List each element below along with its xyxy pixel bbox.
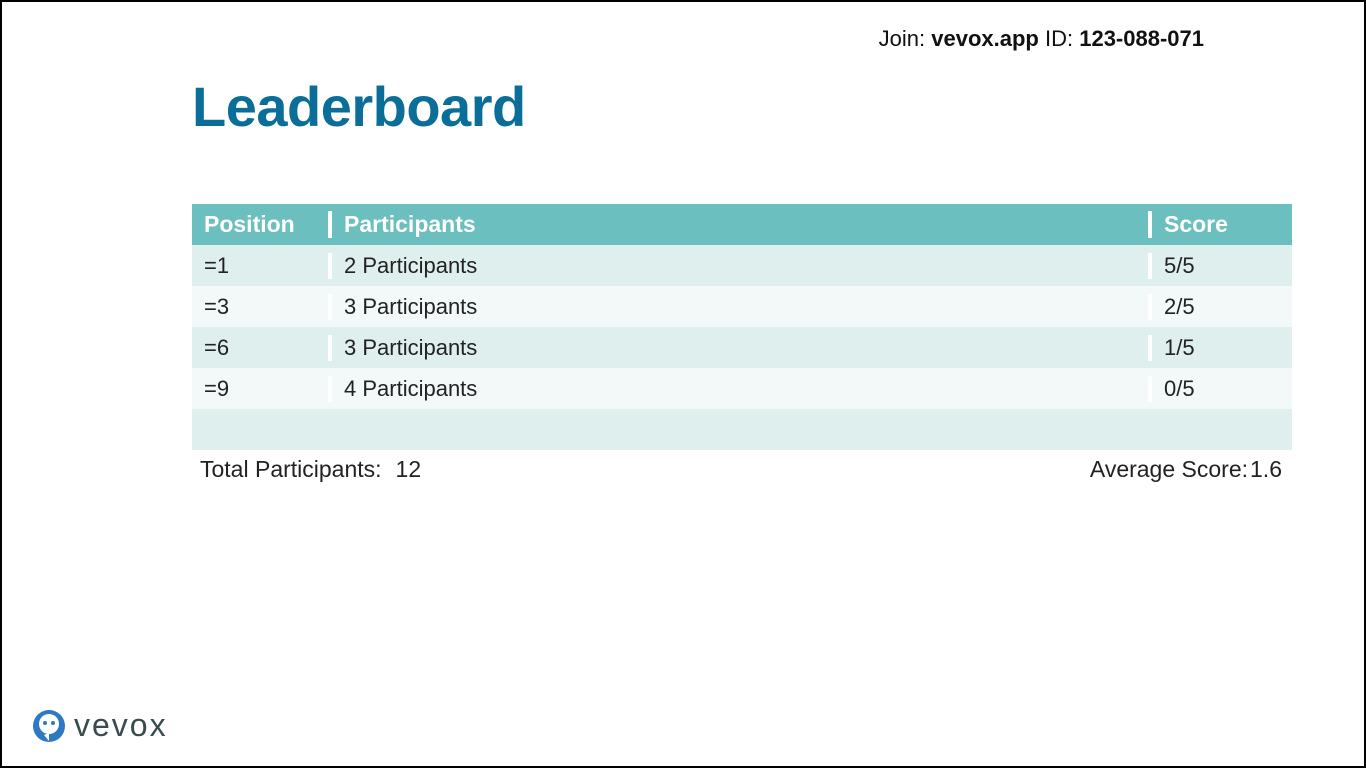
page-title: Leaderboard (192, 74, 526, 139)
join-instructions: Join: vevox.app ID: 123-088-071 (879, 26, 1204, 52)
vevox-icon (32, 709, 66, 743)
table-row: =1 2 Participants 5/5 (192, 245, 1292, 286)
cell-participants: 3 Participants (332, 335, 1152, 361)
cell-position: =1 (192, 253, 332, 279)
table-row: =6 3 Participants 1/5 (192, 327, 1292, 368)
brand-logo: vevox (32, 707, 168, 744)
cell-score: 5/5 (1152, 253, 1292, 279)
brand-name: vevox (74, 707, 168, 744)
table-header-row: Position Participants Score (192, 204, 1292, 245)
table-row (192, 409, 1292, 450)
cell-participants: 4 Participants (332, 376, 1152, 402)
col-header-score: Score (1152, 211, 1292, 238)
table-row: =3 3 Participants 2/5 (192, 286, 1292, 327)
id-prefix: ID: (1039, 26, 1079, 51)
slide-frame: Join: vevox.app ID: 123-088-071 Leaderbo… (0, 0, 1366, 768)
average-score-value: 1.6 (1250, 456, 1282, 483)
join-prefix: Join: (879, 26, 932, 51)
col-header-participants: Participants (332, 211, 1152, 238)
leaderboard-table: Position Participants Score =1 2 Partici… (192, 204, 1292, 450)
cell-participants: 2 Participants (332, 253, 1152, 279)
cell-position: =3 (192, 294, 332, 320)
cell-position: =9 (192, 376, 332, 402)
cell-position: =6 (192, 335, 332, 361)
average-score: Average Score: 1.6 (1090, 456, 1282, 483)
session-id: 123-088-071 (1079, 26, 1204, 51)
col-header-position: Position (192, 211, 332, 238)
total-participants-label: Total Participants: (200, 456, 382, 483)
cell-participants: 3 Participants (332, 294, 1152, 320)
cell-score: 0/5 (1152, 376, 1292, 402)
cell-score: 1/5 (1152, 335, 1292, 361)
average-score-label: Average Score: (1090, 456, 1248, 483)
join-domain: vevox.app (931, 26, 1039, 51)
total-participants-value: 12 (396, 456, 422, 483)
totals-line: Total Participants: 12 Average Score: 1.… (200, 456, 1282, 483)
total-participants: Total Participants: 12 (200, 456, 421, 483)
cell-score: 2/5 (1152, 294, 1292, 320)
table-row: =9 4 Participants 0/5 (192, 368, 1292, 409)
